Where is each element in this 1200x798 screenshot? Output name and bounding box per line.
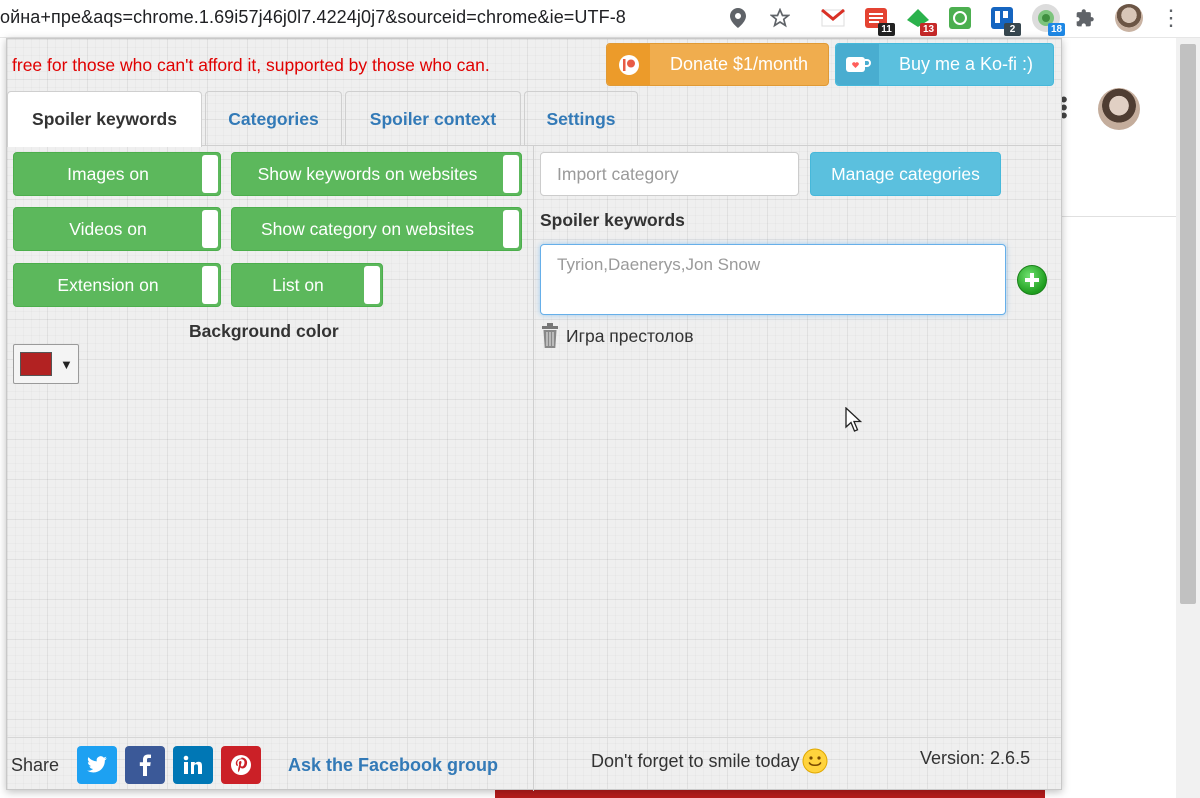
todoist-icon[interactable]: 11 [862,4,895,36]
patreon-icon [607,44,650,85]
trash-icon[interactable] [540,322,560,350]
facebook-group-link[interactable]: Ask the Facebook group [288,755,498,776]
toggle-knob [503,210,519,248]
mouse-cursor-icon [845,407,863,432]
donate-button[interactable]: Donate $1/month [606,43,829,86]
refresh-extension-icon[interactable] [946,4,974,32]
show-keywords-toggle[interactable]: Show keywords on websites [231,152,522,196]
category-name: Игра престолов [566,325,694,346]
show-keywords-toggle-label: Show keywords on websites [257,163,478,184]
tab-spoiler-context[interactable]: Spoiler context [345,91,521,146]
list-toggle-label: List on [272,274,324,295]
toggle-knob [364,266,380,304]
dropdown-arrow-icon: ▼ [60,356,73,372]
show-category-toggle-label: Show category on websites [260,218,475,239]
extensions-puzzle-icon[interactable] [1072,5,1098,31]
extension-toggle-label: Extension on [57,274,159,295]
kofi-button[interactable]: Buy me a Ko-fi :) [835,43,1054,86]
column-divider [533,146,534,791]
spoiler-keywords-input[interactable] [540,244,1006,315]
tab-bar: Spoiler keywords Categories Spoiler cont… [7,91,1061,147]
kofi-cup-icon [836,44,879,85]
toggle-knob [202,155,218,193]
spoiler-blocker-icon[interactable]: 18 [1032,4,1065,36]
trello-icon[interactable]: 2 [988,4,1021,36]
page-divider [1062,216,1176,217]
feedly-icon[interactable]: 13 [904,4,937,36]
share-label: Share [11,755,60,775]
smile-message-text: Don't forget to smile today [591,750,800,771]
browser-toolbar: ойна+пре&aqs=chrome.1.69i57j46j0l7.4224j… [0,0,1200,38]
images-toggle[interactable]: Images on [13,152,221,196]
page-scrollbar-thumb[interactable] [1180,44,1196,604]
bookmark-star-icon[interactable] [767,5,793,31]
toggle-knob [202,210,218,248]
background-color-label: Background color [189,321,339,341]
spoiler-extension-popup: free for those who can't afford it, supp… [6,38,1062,791]
spoiler-keywords-heading: Spoiler keywords [540,210,685,230]
kofi-label: Buy me a Ko-fi :) [898,54,1034,74]
show-category-toggle[interactable]: Show category on websites [231,207,522,251]
tab-spoiler-keywords[interactable]: Spoiler keywords [7,91,202,147]
add-keyword-button[interactable] [1017,265,1047,295]
page-red-banner [495,789,1045,798]
color-swatch [20,352,52,376]
toggle-knob [202,266,218,304]
background-color-picker[interactable]: ▼ [13,344,79,384]
version-label: Version: 2.6.5 [920,748,1031,768]
footer-divider [7,737,1061,738]
import-category-input[interactable] [540,152,799,196]
list-toggle[interactable]: List on [231,263,383,307]
smiley-face-icon [802,748,828,774]
profile-avatar[interactable] [1115,4,1143,32]
linkedin-icon [183,755,202,774]
gmail-icon[interactable] [819,4,847,32]
plus-icon [1025,273,1039,287]
images-toggle-label: Images on [67,163,149,184]
pinterest-share-button[interactable] [221,746,261,784]
linkedin-share-button[interactable] [173,746,213,784]
chrome-menu-icon[interactable]: ⋮ [1158,5,1184,31]
extension-toggle[interactable]: Extension on [13,263,221,307]
address-bar-url[interactable]: ойна+пре&aqs=chrome.1.69i57j46j0l7.4224j… [0,7,626,28]
manage-categories-button[interactable]: Manage categories [810,152,1001,196]
toggle-knob [503,155,519,193]
videos-toggle[interactable]: Videos on [13,207,221,251]
tab-categories[interactable]: Categories [205,91,342,146]
location-pin-icon[interactable] [725,5,751,31]
pinterest-icon [231,755,251,775]
category-list-item: Игра престолов [540,322,694,350]
page-avatar[interactable] [1098,88,1140,130]
facebook-icon [139,754,151,776]
donate-label: Donate $1/month [669,54,809,74]
smile-message: Don't forget to smile today [591,748,828,774]
tab-settings[interactable]: Settings [524,91,638,146]
twitter-share-button[interactable] [77,746,117,784]
promo-text: free for those who can't afford it, supp… [12,55,490,75]
facebook-share-button[interactable] [125,746,165,784]
twitter-icon [87,756,107,773]
videos-toggle-label: Videos on [69,218,147,239]
